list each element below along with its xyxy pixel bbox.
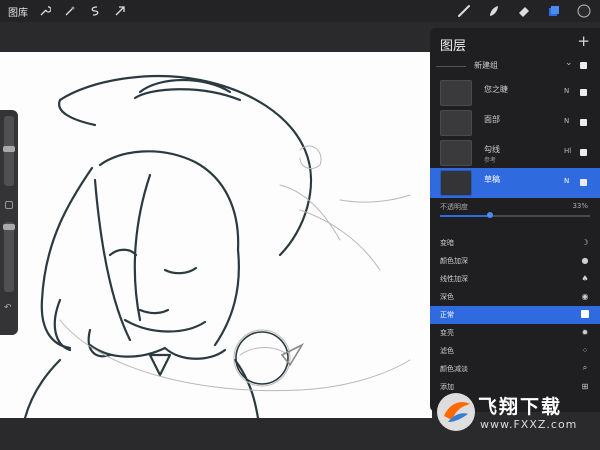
- dot-icon: ◉: [581, 291, 589, 301]
- blend-mode-row[interactable]: 变亮 ✹: [430, 324, 600, 342]
- box-icon: [580, 309, 590, 319]
- layer-blend-mode[interactable]: N: [564, 87, 569, 95]
- line-art: [23, 75, 411, 418]
- layer-name: 草稿: [484, 175, 500, 184]
- group-visibility-checkbox[interactable]: [580, 62, 587, 69]
- brush-sidebar: ↶: [0, 110, 18, 335]
- blend-mode-row[interactable]: 正常: [430, 306, 600, 324]
- transform-arrow-icon[interactable]: [112, 3, 128, 19]
- opacity-fill: [440, 215, 490, 217]
- panel-title: 图层: [440, 39, 467, 54]
- smudge-icon[interactable]: [486, 3, 502, 19]
- right-tools: [456, 3, 592, 19]
- layer-blend-mode[interactable]: N: [564, 117, 569, 125]
- brush-size-slider[interactable]: [3, 116, 15, 186]
- drawing-canvas[interactable]: [0, 52, 432, 418]
- group-divider: [436, 66, 466, 67]
- watermark-url: www.FXXZ.com: [480, 418, 578, 431]
- blend-mode-row[interactable]: 颜色减淡 ⌕: [430, 360, 600, 378]
- color-icon[interactable]: [576, 3, 592, 19]
- layer-name: 您之睫: [484, 85, 508, 94]
- blend-mode-row[interactable]: 颜色加深 ●: [430, 252, 600, 270]
- layer-thumbnail: [440, 80, 472, 106]
- drop-icon: ●: [581, 255, 589, 265]
- moon-icon: ☽: [581, 237, 589, 247]
- layer-visibility-checkbox[interactable]: [580, 179, 587, 186]
- opacity-label: 不透明度: [440, 203, 468, 211]
- layer-visibility-checkbox[interactable]: [580, 149, 587, 156]
- layer-row[interactable]: 面部 N: [430, 108, 600, 138]
- gallery-button[interactable]: 图库: [8, 4, 28, 19]
- brush-icon[interactable]: [456, 3, 472, 19]
- selection-icon[interactable]: [87, 3, 103, 19]
- top-toolbar: 图库: [0, 0, 600, 22]
- watermark-brand: 飞翔下载: [478, 396, 563, 418]
- watermark-logo-icon: [437, 393, 475, 431]
- brush-size-thumb[interactable]: [3, 146, 15, 152]
- blend-mode-row[interactable]: 滤色 ⁘: [430, 342, 600, 360]
- blend-mode-name: 颜色减淡: [440, 365, 468, 373]
- add-layer-button[interactable]: +: [577, 32, 590, 50]
- blend-mode-name: 深色: [440, 293, 454, 301]
- site-watermark: 飞翔下载 www.FXXZ.com: [434, 388, 600, 438]
- modify-square-button[interactable]: [5, 201, 13, 209]
- layers-icon[interactable]: [546, 3, 562, 19]
- blend-mode-name: 线性加深: [440, 275, 468, 283]
- undo-icon[interactable]: ↶: [4, 303, 12, 313]
- chevron-down-icon[interactable]: ⌄: [565, 58, 573, 68]
- flame-icon: ♠: [581, 273, 589, 283]
- dots-icon: ⁘: [581, 345, 589, 355]
- blend-mode-row[interactable]: 变暗 ☽: [430, 234, 600, 252]
- opacity-knob[interactable]: [486, 212, 493, 218]
- blend-mode-name: 变亮: [440, 329, 454, 337]
- layer-thumbnail: [440, 140, 472, 166]
- layer-group[interactable]: 新建组 ⌄: [430, 58, 600, 74]
- layer-sublabel: 参考: [484, 157, 497, 164]
- opacity-value: 33%: [572, 202, 588, 210]
- eraser-icon[interactable]: [516, 3, 532, 19]
- layer-thumbnail: [440, 170, 472, 196]
- blend-mode-name: 滤色: [440, 347, 454, 355]
- layer-row-active[interactable]: 草稿 N: [430, 168, 600, 198]
- layer-thumbnail: [440, 110, 472, 136]
- layer-visibility-checkbox[interactable]: [580, 89, 587, 96]
- blend-mode-row[interactable]: 线性加深 ♠: [430, 270, 600, 288]
- layer-blend-mode[interactable]: N: [564, 177, 569, 185]
- blend-mode-name: 正常: [440, 311, 454, 319]
- blend-mode-row[interactable]: 深色 ◉: [430, 288, 600, 306]
- wrench-icon[interactable]: [37, 3, 53, 19]
- layer-row[interactable]: 勾线 参考 Hl: [430, 138, 600, 168]
- layers-panel: 图层 + 新建组 ⌄ 您之睫 N 面部 N 勾线 参考 Hl 草稿 N 不透明度…: [430, 28, 600, 412]
- layer-blend-mode[interactable]: Hl: [564, 147, 571, 155]
- brush-opacity-slider[interactable]: [3, 222, 15, 292]
- group-label: 新建组: [474, 61, 498, 70]
- blend-mode-name: 变暗: [440, 239, 454, 247]
- blend-mode-name: 颜色加深: [440, 257, 468, 265]
- layer-row[interactable]: 您之睫 N: [430, 78, 600, 108]
- layer-name: 面部: [484, 115, 500, 124]
- magic-wand-icon[interactable]: [62, 3, 78, 19]
- search-icon: ⌕: [582, 363, 588, 372]
- sun-icon: ✹: [581, 327, 589, 337]
- layer-visibility-checkbox[interactable]: [580, 119, 587, 126]
- opacity-slider[interactable]: [440, 212, 590, 218]
- layer-name: 勾线: [484, 145, 500, 154]
- brush-opacity-thumb[interactable]: [3, 224, 15, 230]
